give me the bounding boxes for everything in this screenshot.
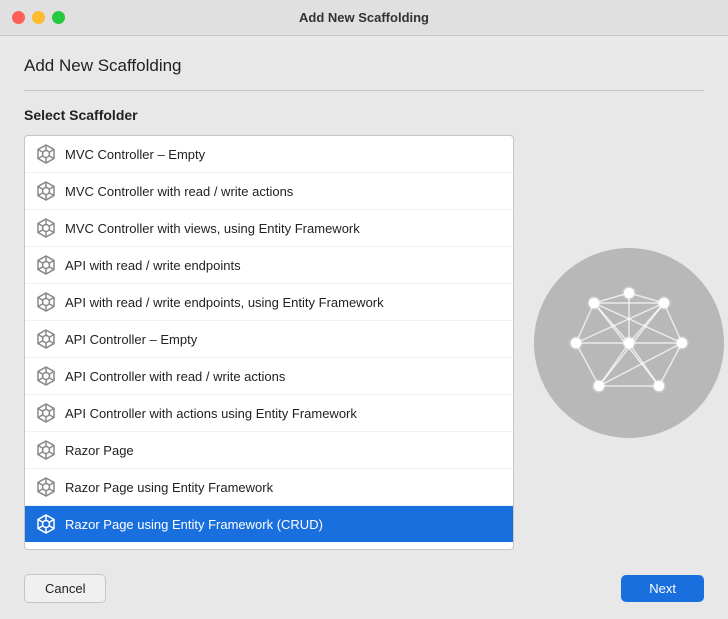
footer: Cancel Next [24,558,704,603]
list-item[interactable]: API Controller – Empty [25,321,513,358]
list-item[interactable]: MVC Controller with read / write actions [25,173,513,210]
scaffolder-icon [35,439,57,461]
scaffolder-label: API Controller with actions using Entity… [65,406,357,421]
list-item[interactable]: API with read / write endpoints, using E… [25,284,513,321]
scaffolder-label: Razor Page using Entity Framework (CRUD) [65,517,323,532]
window-title: Add New Scaffolding [299,10,429,25]
scaffolder-icon [35,328,57,350]
window-controls [12,11,65,24]
scaffolder-icon [35,217,57,239]
scaffolder-label: API Controller with read / write actions [65,369,285,384]
list-item[interactable]: API Controller with read / write actions [25,358,513,395]
scaffolder-icon [35,254,57,276]
scaffolder-label: MVC Controller with read / write actions [65,184,293,199]
scaffolder-label: API with read / write endpoints [65,258,241,273]
section-title: Select Scaffolder [24,107,704,123]
content-area: MVC Controller – Empty MVC Controller wi… [24,135,704,550]
list-item[interactable]: MVC Controller with views, using Entity … [25,210,513,247]
next-button[interactable]: Next [621,575,704,602]
scaffolder-icon [35,365,57,387]
scaffolder-label: Razor Page [65,443,134,458]
list-item[interactable]: Razor Page [25,432,513,469]
list-item[interactable]: Razor Page using Entity Framework (CRUD) [25,506,513,542]
scaffolder-icon [35,513,57,535]
scaffolder-icon [35,291,57,313]
scaffolder-label: MVC Controller with views, using Entity … [65,221,360,236]
list-item[interactable]: Razor Page using Entity Framework [25,469,513,506]
network-graph-icon [564,278,694,408]
scaffolder-label: API with read / write endpoints, using E… [65,295,384,310]
scaffolder-label: Razor Page using Entity Framework [65,480,273,495]
window-body: Add New Scaffolding Select Scaffolder MV… [0,36,728,619]
preview-area [534,135,724,550]
scaffolder-icon [35,180,57,202]
scaffolder-icon [35,143,57,165]
close-button[interactable] [12,11,25,24]
list-item[interactable]: MVC Controller – Empty [25,136,513,173]
list-item[interactable]: API with read / write endpoints [25,247,513,284]
scaffolder-icon [35,402,57,424]
cancel-button[interactable]: Cancel [24,574,106,603]
preview-graphic [534,248,724,438]
minimize-button[interactable] [32,11,45,24]
scaffolder-list[interactable]: MVC Controller – Empty MVC Controller wi… [24,135,514,550]
scaffolder-label: API Controller – Empty [65,332,197,347]
list-item[interactable]: API Controller with actions using Entity… [25,395,513,432]
divider [24,90,704,91]
scaffolder-icon [35,476,57,498]
scaffolder-label: MVC Controller – Empty [65,147,205,162]
maximize-button[interactable] [52,11,65,24]
window-heading: Add New Scaffolding [24,56,704,76]
title-bar: Add New Scaffolding [0,0,728,36]
